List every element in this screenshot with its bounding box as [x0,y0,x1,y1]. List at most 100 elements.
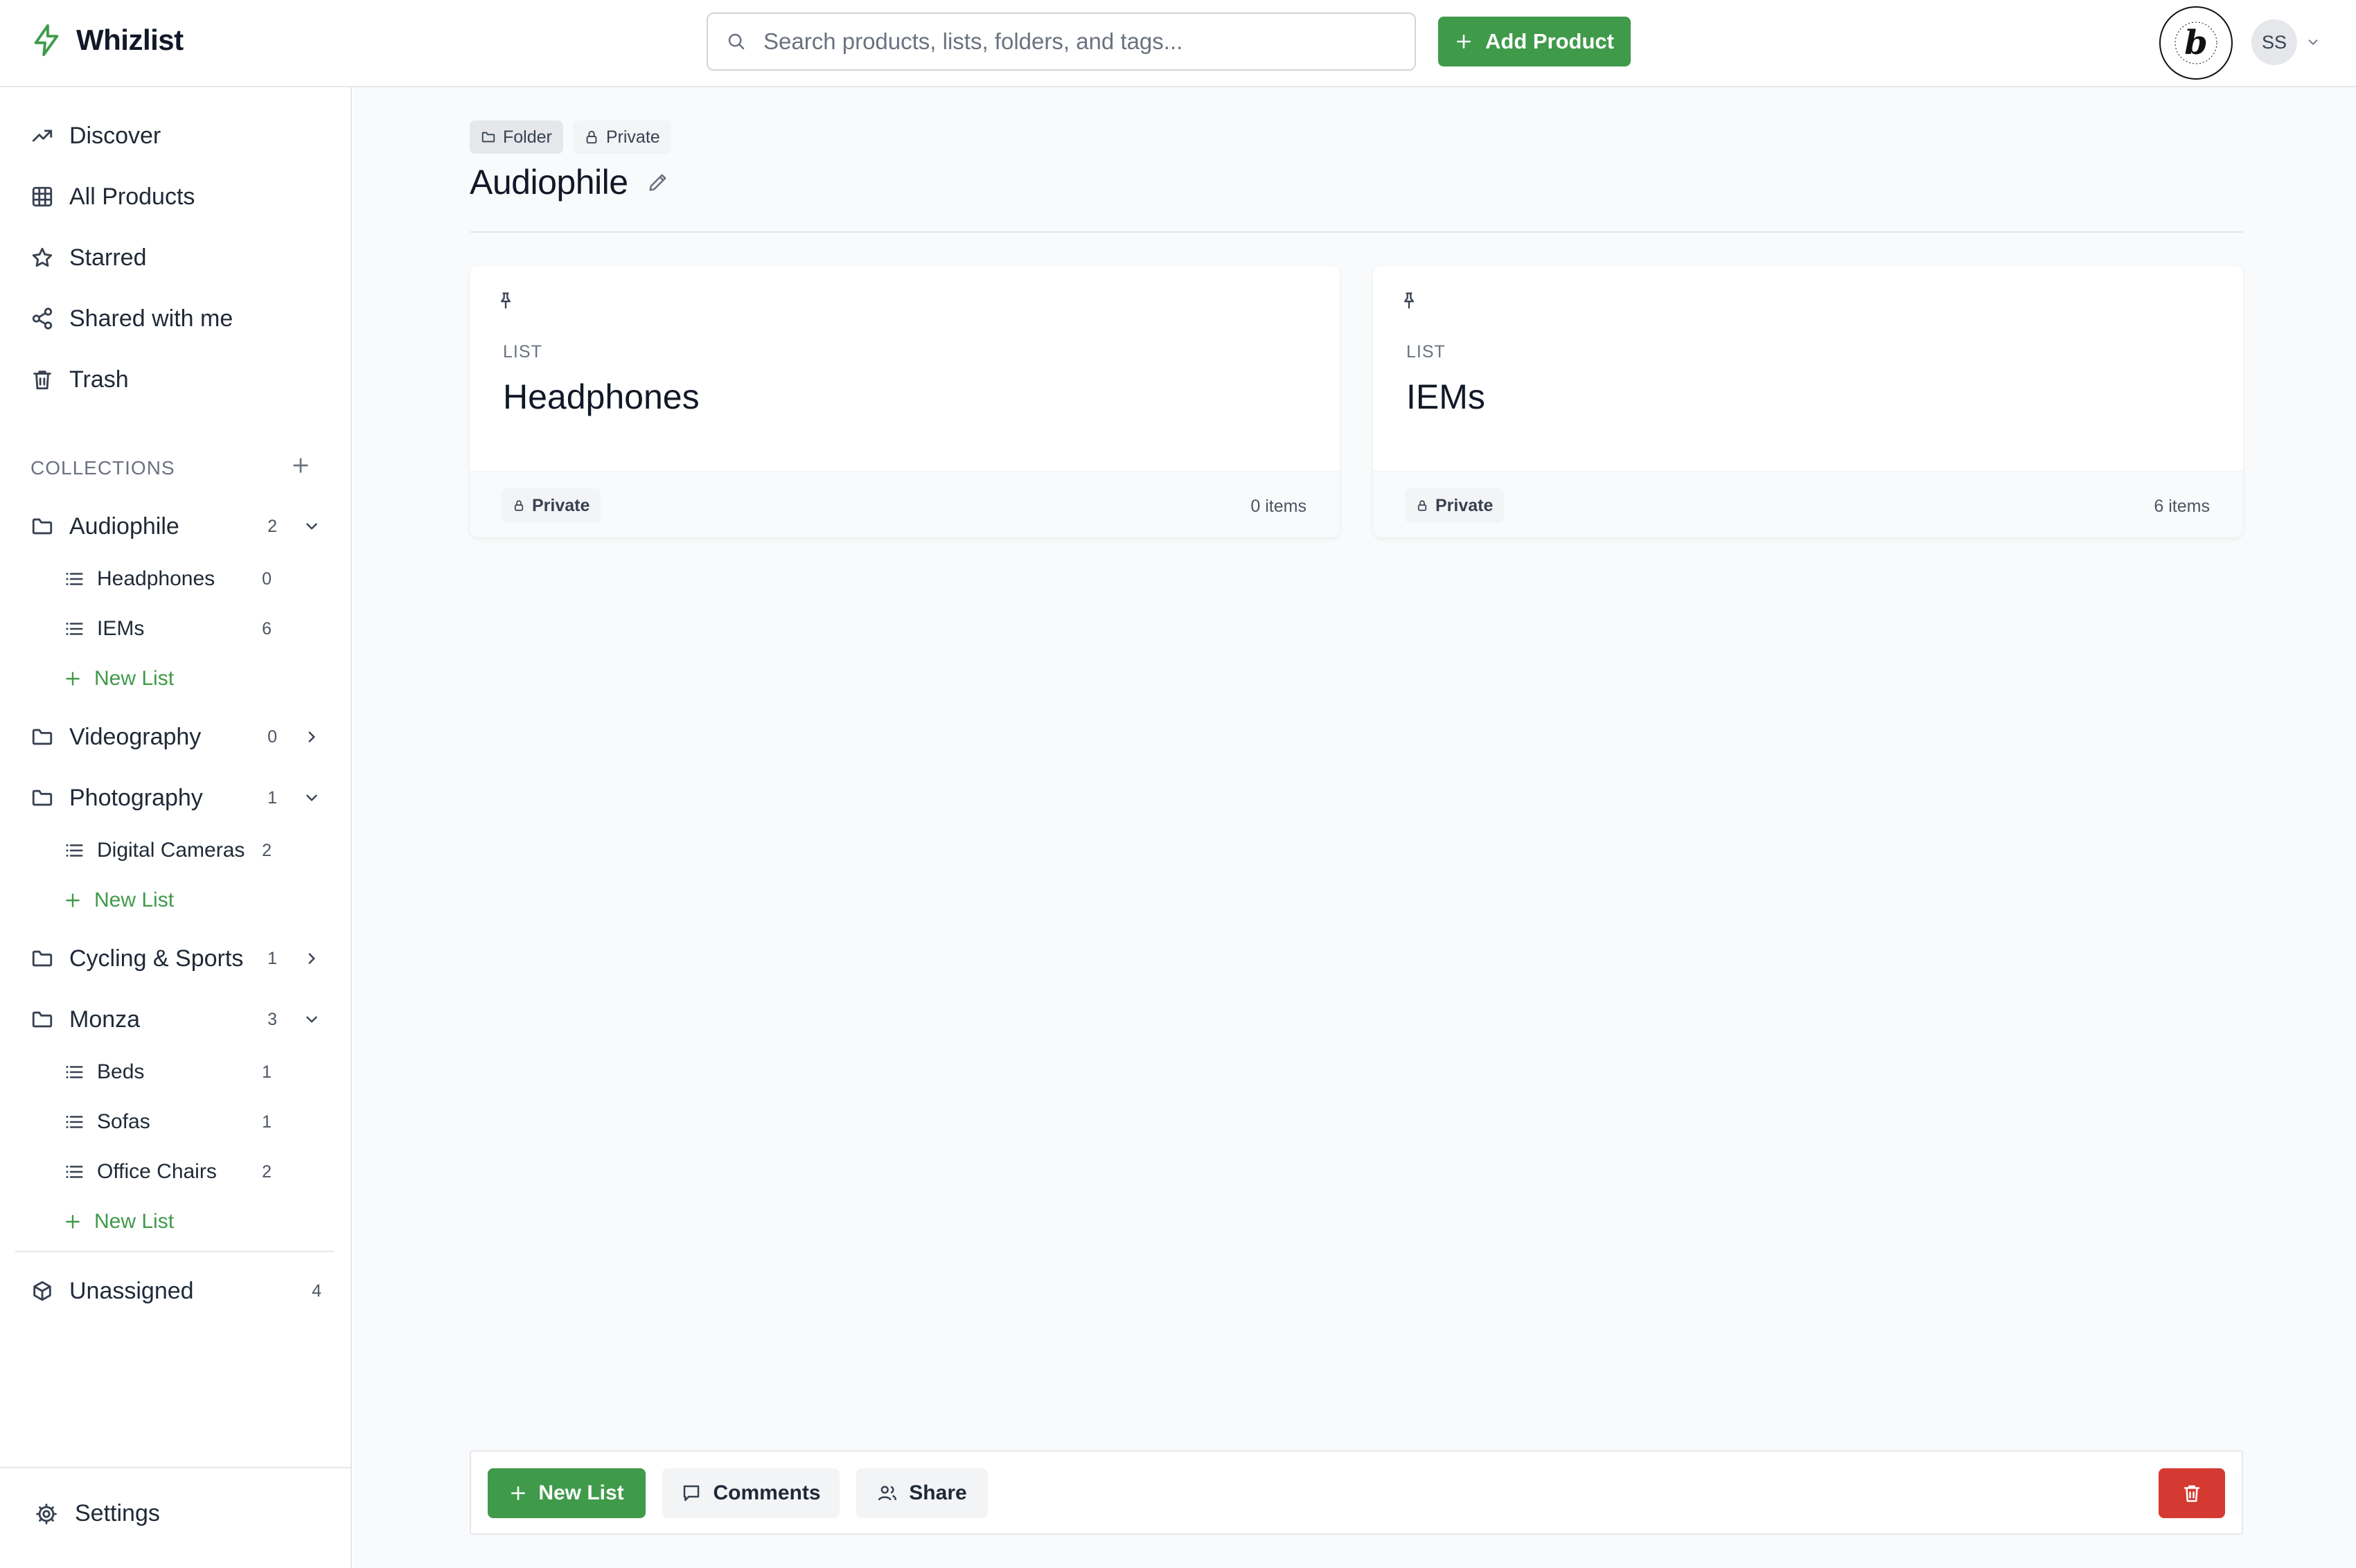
new-list-button[interactable]: New List [64,882,174,918]
card-footer: Private 0 items [470,471,1340,537]
list-headphones[interactable]: Headphones 0 [64,561,272,597]
powered-by-bolt-badge[interactable]: b [2159,6,2233,80]
lock-icon [1416,499,1428,512]
add-product-label: Add Product [1485,29,1614,53]
sidebar-item-trash[interactable]: Trash [30,360,129,399]
brand[interactable]: Whizlist [30,23,184,57]
sidebar-item-shared-with-me[interactable]: Shared with me [30,299,233,338]
plus-icon [290,454,312,476]
pin-icon[interactable] [1399,291,1419,310]
list-icon [64,1062,85,1083]
list-card-iems[interactable]: LIST IEMs Private 6 items [1373,266,2243,537]
folder-chip-label: Folder [503,127,552,147]
list-card-headphones[interactable]: LIST Headphones Private 0 items [470,266,1340,537]
list-icon [64,1161,85,1182]
star-icon [30,246,54,269]
private-chip: Private [572,121,671,154]
folder-icon [481,130,496,145]
svg-text:b: b [2184,24,2208,62]
package-icon [30,1279,54,1303]
sidebar-item-discover[interactable]: Discover [30,116,161,155]
user-menu[interactable]: SS [2251,19,2321,65]
folder-photography[interactable]: Photography 1 [30,778,321,817]
list-label: Sofas [97,1110,150,1133]
page-title: Audiophile [470,163,628,202]
folder-action-bar: New List Comments Share [470,1450,2243,1535]
sidebar-footer-divider [0,1467,352,1468]
item-count: 6 items [2154,497,2210,516]
plus-icon [509,1484,527,1502]
folder-label: Photography [69,784,203,811]
chevron-down-icon[interactable] [302,789,321,807]
folder-cycling-sports[interactable]: Cycling & Sports 1 [30,939,321,978]
visibility-badge: Private [1405,488,1505,523]
collections-title: COLLECTIONS [30,457,175,479]
share-button[interactable]: Share [856,1468,988,1518]
list-beds[interactable]: Beds 1 [64,1054,272,1090]
folder-audiophile[interactable]: Audiophile 2 [30,507,321,546]
list-office-chairs[interactable]: Office Chairs 2 [64,1154,272,1190]
delete-folder-button[interactable] [2159,1468,2225,1518]
sidebar-item-unassigned[interactable]: Unassigned 4 [30,1272,321,1310]
pin-icon[interactable] [496,291,515,310]
search-box[interactable] [707,12,1416,71]
edit-pencil-icon[interactable] [646,170,670,194]
visibility-badge: Private [502,488,601,523]
list-icon [64,840,85,861]
list-icon [64,569,85,589]
folder-count: 1 [267,948,277,968]
avatar: SS [2251,19,2297,65]
sidebar-item-all-products[interactable]: All Products [30,177,195,216]
chevron-right-icon[interactable] [302,950,321,968]
list-iems[interactable]: IEMs 6 [64,611,272,647]
sidebar-item-starred[interactable]: Starred [30,238,147,277]
plus-icon [64,1213,82,1231]
new-list-action-button[interactable]: New List [488,1468,646,1518]
folder-icon [30,515,54,538]
top-header: Whizlist Add Product b SS [0,0,2356,87]
sidebar-item-label: All Products [69,183,195,210]
list-digital-cameras[interactable]: Digital Cameras 2 [64,832,272,868]
add-collection-button[interactable] [290,454,312,476]
lock-icon [584,130,599,145]
add-product-button[interactable]: Add Product [1438,17,1631,66]
users-icon [877,1483,898,1504]
chevron-right-icon[interactable] [302,728,321,746]
list-count: 1 [262,1112,272,1132]
new-list-button[interactable]: New List [64,661,174,697]
plus-icon [1455,33,1473,51]
page-title-row: Audiophile [470,162,670,202]
folder-icon [30,725,54,749]
visibility-label: Private [1435,495,1494,515]
folder-icon [30,947,54,970]
unassigned-count: 4 [312,1281,321,1301]
chevron-down-icon[interactable] [302,1010,321,1028]
new-list-action-label: New List [538,1481,624,1504]
comment-icon [681,1483,702,1504]
gear-icon [35,1502,58,1526]
sidebar: Discover All Products Starred Shared wit… [0,87,352,1568]
list-count: 0 [262,569,272,589]
unassigned-label: Unassigned [69,1277,194,1304]
plus-icon [64,670,82,688]
sidebar-item-label: Shared with me [69,305,233,332]
new-list-button[interactable]: New List [64,1204,174,1240]
list-sofas[interactable]: Sofas 1 [64,1104,272,1140]
settings-label: Settings [75,1500,160,1526]
search-input[interactable] [763,28,1387,55]
folder-videography[interactable]: Videography 0 [30,718,321,756]
grid-icon [30,185,54,208]
new-list-label: New List [94,667,175,690]
comments-button[interactable]: Comments [662,1468,840,1518]
comments-label: Comments [713,1481,821,1504]
plus-icon [64,891,82,909]
folder-icon [30,1008,54,1031]
folder-chip: Folder [470,121,563,154]
chevron-down-icon[interactable] [302,517,321,535]
folder-monza[interactable]: Monza 3 [30,1000,321,1039]
list-label: Digital Cameras [97,839,245,862]
main-content: Folder Private Audiophile LIST Headphone… [353,87,2356,1568]
chevron-down-icon [2305,35,2321,50]
settings-button[interactable]: Settings [35,1500,160,1527]
list-count: 2 [262,1161,272,1182]
